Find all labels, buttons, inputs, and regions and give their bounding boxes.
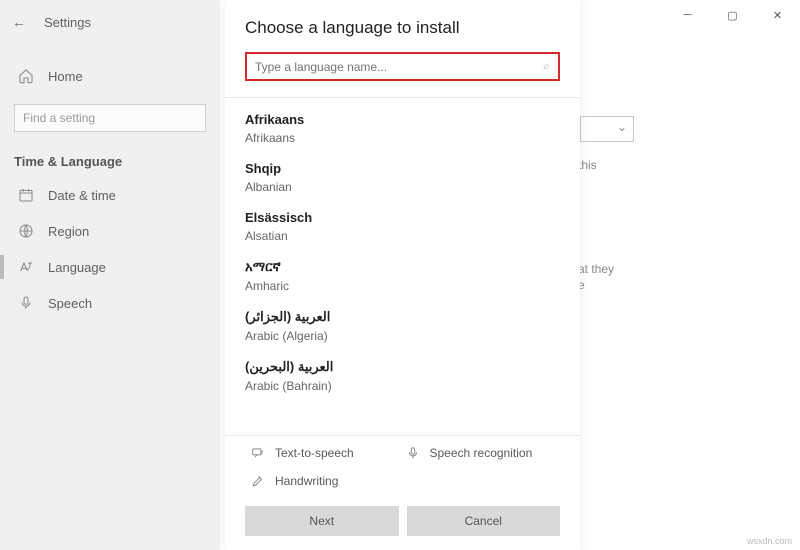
lang-native: Elsässisch: [245, 210, 560, 225]
back-row[interactable]: ← Settings: [0, 8, 220, 36]
home-icon: [18, 68, 34, 84]
language-list[interactable]: Afrikaans Afrikaans Shqip Albanian Elsäs…: [225, 98, 580, 435]
back-arrow-icon: ←: [12, 14, 26, 30]
window-controls: ─ ▢ ✕: [665, 0, 800, 30]
bg-text-1: this: [578, 158, 597, 172]
language-item[interactable]: Shqip Albanian: [245, 151, 560, 200]
sidebar-item-date-time[interactable]: Date & time: [0, 177, 220, 213]
lang-translated: Alsatian: [245, 229, 560, 243]
language-item[interactable]: አማርኛ Amharic: [245, 249, 560, 299]
lang-native: العربية (الجزائر): [245, 309, 560, 325]
dialog-buttons: Next Cancel: [225, 496, 580, 550]
find-setting-input[interactable]: Find a setting: [14, 104, 206, 132]
search-field[interactable]: [255, 60, 543, 74]
home-label: Home: [48, 69, 83, 84]
language-search-input[interactable]: ⌕: [245, 52, 560, 81]
lang-translated: Albanian: [245, 180, 560, 194]
nav-label: Date & time: [48, 188, 116, 203]
tts-icon: [251, 446, 265, 460]
microphone-icon: [406, 446, 420, 460]
maximize-button[interactable]: ▢: [710, 0, 755, 30]
install-language-dialog: Choose a language to install ⌕ Afrikaans…: [225, 0, 580, 550]
language-icon: [18, 259, 34, 275]
dialog-title: Choose a language to install: [225, 0, 580, 52]
sidebar-group-title: Time & Language: [14, 154, 206, 169]
language-item[interactable]: Elsässisch Alsatian: [245, 200, 560, 249]
lang-native: Afrikaans: [245, 112, 560, 127]
sidebar-item-speech[interactable]: Speech: [0, 285, 220, 321]
feature-label: Handwriting: [275, 474, 338, 488]
microphone-icon: [18, 295, 34, 311]
feature-speech: Speech recognition: [406, 446, 561, 460]
lang-native: አማርኛ: [245, 259, 560, 275]
nav-label: Language: [48, 260, 106, 275]
app-title: Settings: [44, 15, 91, 30]
feature-handwriting: Handwriting: [251, 474, 406, 488]
nav-label: Speech: [48, 296, 92, 311]
lang-native: Shqip: [245, 161, 560, 176]
bg-text-2: at they: [578, 262, 614, 276]
feature-tts: Text-to-speech: [251, 446, 406, 460]
home-nav[interactable]: Home: [0, 58, 220, 94]
partial-dropdown[interactable]: [580, 116, 634, 142]
watermark: wsxdn.com: [747, 536, 792, 546]
lang-translated: Afrikaans: [245, 131, 560, 145]
feature-label: Speech recognition: [430, 446, 533, 460]
globe-icon: [18, 223, 34, 239]
sidebar-item-region[interactable]: Region: [0, 213, 220, 249]
nav-label: Region: [48, 224, 89, 239]
lang-translated: Amharic: [245, 279, 560, 293]
calendar-icon: [18, 187, 34, 203]
find-placeholder: Find a setting: [23, 111, 95, 125]
feature-label: Text-to-speech: [275, 446, 354, 460]
sidebar-item-language[interactable]: Language: [0, 249, 220, 285]
lang-translated: Arabic (Bahrain): [245, 379, 560, 393]
language-features: Text-to-speech Speech recognition Handwr…: [225, 435, 580, 496]
language-item[interactable]: العربية (الجزائر) Arabic (Algeria): [245, 299, 560, 349]
lang-translated: Arabic (Algeria): [245, 329, 560, 343]
search-icon: ⌕: [543, 59, 550, 74]
language-item[interactable]: العربية (البحرين) Arabic (Bahrain): [245, 349, 560, 399]
cancel-button[interactable]: Cancel: [407, 506, 561, 536]
next-button[interactable]: Next: [245, 506, 399, 536]
minimize-button[interactable]: ─: [665, 0, 710, 30]
language-item[interactable]: Afrikaans Afrikaans: [245, 102, 560, 151]
handwriting-icon: [251, 474, 265, 488]
settings-sidebar: ← Settings Home Find a setting Time & La…: [0, 0, 220, 550]
lang-native: العربية (البحرين): [245, 359, 560, 375]
close-button[interactable]: ✕: [755, 0, 800, 30]
